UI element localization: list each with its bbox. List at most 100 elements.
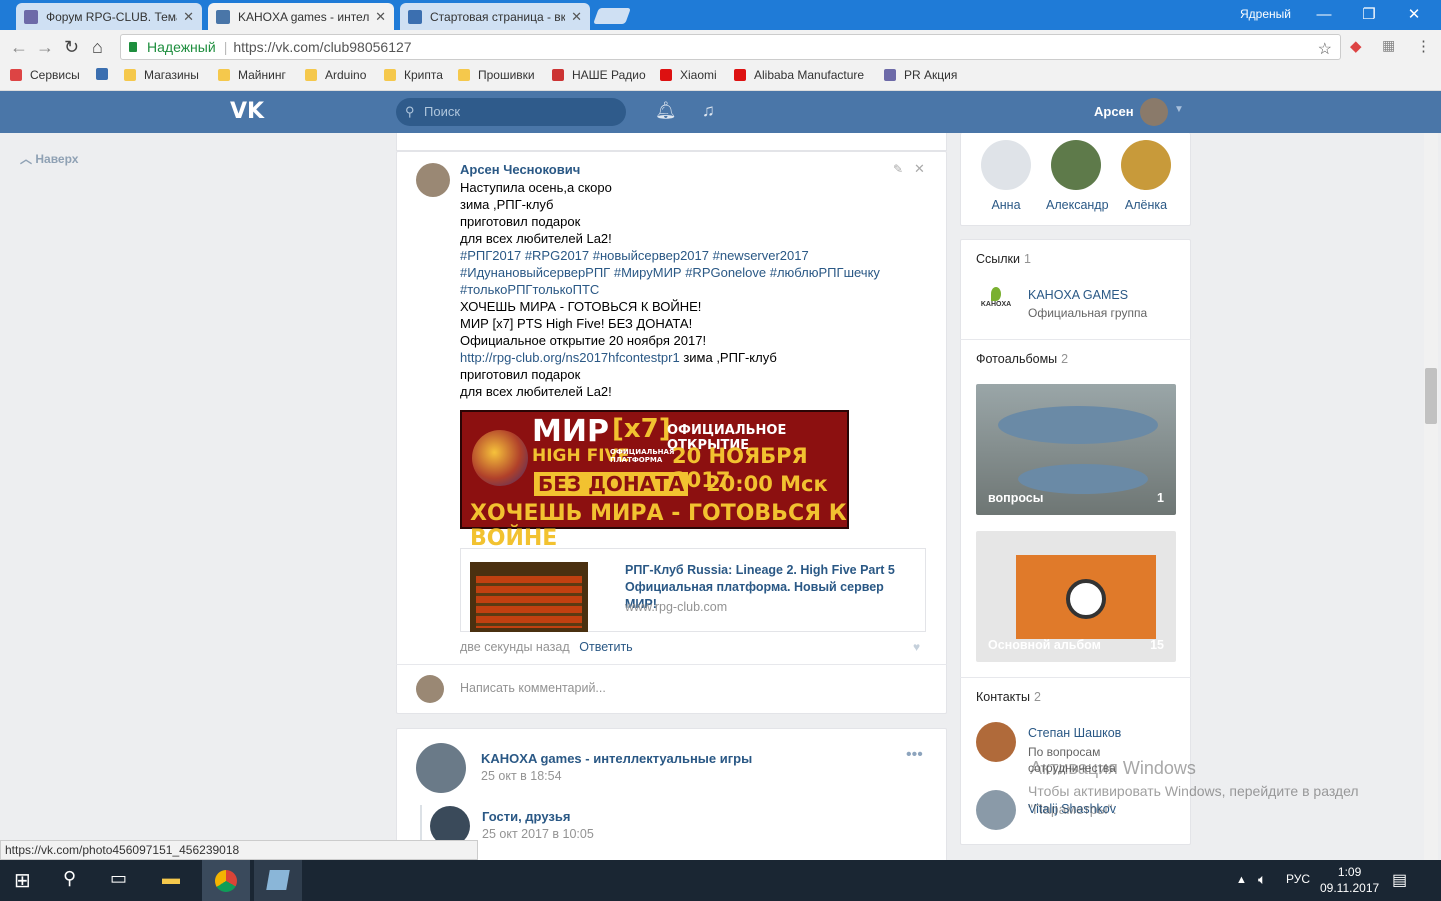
minimize-icon[interactable]: —	[1310, 4, 1338, 26]
search-icon: ⚲	[405, 104, 415, 119]
profile-label[interactable]: Ядреный	[1240, 7, 1291, 21]
post-link[interactable]: http://rpg-club.org/ns2017hfcontestpr1	[460, 350, 680, 365]
post-text: Наступила осень,а скоро зима ,РПГ-клуб п…	[460, 179, 930, 400]
hashtags[interactable]: #ИдунановыйсерверРПГ #МируМИР #RPGonelov…	[460, 264, 930, 281]
chevron-down-icon[interactable]: ▼	[1174, 104, 1184, 115]
links-title[interactable]: Ссылки 1	[976, 252, 1031, 266]
avatar[interactable]	[1140, 98, 1168, 126]
kahoxa-logo[interactable]: KAHOXA	[976, 287, 1016, 321]
notifications-icon[interactable]: ▤	[1392, 870, 1407, 890]
hashtags[interactable]: #РПГ2017 #RPG2017 #новыйсервер2017 #news…	[460, 247, 930, 264]
grid-favicon-icon	[408, 9, 422, 24]
file-explorer-icon[interactable]: ▬	[162, 868, 180, 889]
user-name[interactable]: Арсен	[1094, 104, 1134, 119]
scrollbar-thumb[interactable]	[1425, 368, 1437, 424]
bookmark-xiaomi[interactable]: Xiaomi	[660, 68, 717, 82]
avatar[interactable]	[976, 722, 1016, 762]
album-item[interactable]: Основной альбом 15	[976, 531, 1176, 662]
forum-favicon-icon	[24, 9, 38, 24]
vk-header: VK ⚲ Поиск 🔔︎ ♫ Арсен ▼	[0, 91, 1441, 133]
tab-vk[interactable]: KAHOXA games - интел ✕	[208, 3, 394, 30]
album-item[interactable]: вопросы 1	[976, 384, 1176, 515]
magnifier-icon	[1066, 579, 1106, 619]
tray-chevron-up-icon[interactable]: ▲	[1236, 874, 1247, 886]
home-icon[interactable]: ⌂	[92, 37, 103, 58]
new-tab-button[interactable]	[593, 8, 631, 24]
heart-icon[interactable]: ♥	[913, 640, 920, 654]
extension-2-icon[interactable]: ▦	[1382, 37, 1395, 54]
tab-title: KAHOXA games - интел	[238, 9, 370, 24]
bookmark-star-icon[interactable]: ☆	[1318, 39, 1332, 59]
friend-item[interactable]: Александр	[1046, 140, 1109, 212]
avatar[interactable]	[416, 743, 466, 793]
extension-icon[interactable]: ◆	[1350, 37, 1362, 55]
bookmark-mining[interactable]: Майнинг	[218, 68, 286, 82]
bookmark-grid[interactable]	[96, 68, 116, 80]
menu-icon[interactable]: ⋮	[1416, 37, 1431, 55]
post-date[interactable]: 25 окт в 18:54	[481, 769, 562, 783]
contact-name[interactable]: Степан Шашков	[1028, 726, 1121, 740]
close-icon[interactable]: ✕	[571, 9, 582, 25]
reload-icon[interactable]: ↻	[64, 37, 79, 58]
close-window-icon[interactable]: ✕	[1400, 4, 1428, 26]
post-author[interactable]: KAHOXA games - интеллектуальные игры	[481, 751, 752, 766]
close-icon[interactable]: ✕	[375, 9, 386, 25]
app-taskbar-button[interactable]	[254, 860, 302, 901]
lock-icon	[129, 42, 137, 52]
comment-input[interactable]: Написать комментарий...	[460, 681, 606, 695]
bookmark-crypto[interactable]: Крипта	[384, 68, 443, 82]
folder-icon	[218, 69, 230, 81]
tab-title: Стартовая страница - вк	[430, 9, 566, 24]
task-view-icon[interactable]: ▭	[110, 868, 127, 889]
forward-icon[interactable]: →	[36, 37, 54, 58]
windows-start-icon[interactable]: ⊞	[14, 868, 31, 893]
scroll-up-button[interactable]: ︿ Наверх	[20, 150, 78, 167]
contacts-title[interactable]: Контакты 2	[976, 690, 1041, 704]
divider	[396, 664, 947, 665]
reply-button[interactable]: Ответить	[579, 640, 632, 654]
scrollbar-track[interactable]	[1424, 133, 1438, 860]
search-input[interactable]: ⚲ Поиск	[396, 98, 626, 126]
bookmark-nashe[interactable]: НАШЕ Радио	[552, 68, 646, 82]
close-icon[interactable]: ✕	[183, 9, 194, 25]
chrome-taskbar-button[interactable]	[202, 860, 250, 901]
bookmark-arduino[interactable]: Arduino	[305, 68, 366, 82]
avatar[interactable]	[976, 790, 1016, 830]
bookmark-alibaba[interactable]: Alibaba Manufacture	[734, 68, 864, 82]
link-name[interactable]: KAHOXA GAMES	[1028, 288, 1128, 302]
bell-icon[interactable]: 🔔︎	[655, 101, 677, 121]
avatar[interactable]	[416, 163, 450, 197]
url-bar[interactable]: Надежный | https://vk.com/club98056127 ☆	[120, 34, 1341, 60]
more-icon[interactable]: •••	[906, 746, 923, 764]
friend-item[interactable]: Анна	[976, 140, 1036, 212]
windows-taskbar: ⊞ ⚲ ▭ ▬ ▲ 🔈︎ РУС 1:09 09.11.2017 ▤	[0, 860, 1441, 901]
post-image-banner[interactable]: МИР [x7] HIGH FIVE ОФИЦИАЛЬНАЯ ПЛАТФОРМА…	[460, 410, 849, 551]
tab-start[interactable]: Стартовая страница - вк ✕	[400, 3, 590, 30]
bookmark-firmware[interactable]: Прошивки	[458, 68, 535, 82]
link-preview-image[interactable]	[470, 562, 588, 632]
language-indicator[interactable]: РУС	[1286, 872, 1310, 886]
close-icon[interactable]: ✕	[914, 161, 925, 177]
maximize-icon[interactable]: ❐	[1355, 4, 1383, 26]
status-bar: https://vk.com/photo456097151_456239018	[0, 840, 478, 860]
clock[interactable]: 1:09 09.11.2017	[1320, 864, 1379, 896]
back-icon[interactable]: ←	[10, 37, 28, 58]
edit-icon[interactable]: ✎	[893, 162, 903, 176]
search-icon[interactable]: ⚲	[63, 868, 76, 889]
apps-icon	[10, 69, 22, 81]
friend-item[interactable]: Алёнка	[1116, 140, 1176, 212]
tab-forum[interactable]: Форум RPG-CLUB. Тема ✕	[16, 3, 202, 30]
hashtags[interactable]: #толькоРПГтолькоПТС	[460, 281, 930, 298]
divider	[960, 677, 1191, 678]
bookmark-shops[interactable]: Магазины	[124, 68, 199, 82]
albums-title[interactable]: Фотоальбомы 2	[976, 352, 1068, 366]
shared-date[interactable]: 25 окт 2017 в 10:05	[482, 827, 594, 841]
music-icon[interactable]: ♫	[702, 101, 715, 121]
volume-icon[interactable]: 🔈︎	[1258, 871, 1266, 888]
vk-logo[interactable]: VK	[230, 99, 264, 124]
bookmark-services[interactable]: Сервисы	[10, 68, 80, 82]
bookmark-pr[interactable]: PR Акция	[884, 68, 957, 82]
post-author[interactable]: Арсен Чеснокович	[460, 162, 580, 177]
post-time[interactable]: две секунды назад	[460, 640, 570, 654]
shared-author[interactable]: Гости, друзья	[482, 809, 570, 824]
